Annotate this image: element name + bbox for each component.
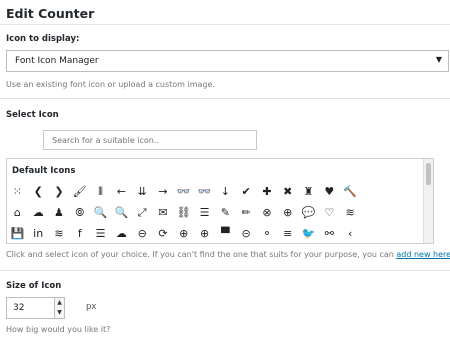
icon-display-label: Icon to display:: [6, 34, 80, 44]
size-unit: px: [86, 302, 97, 312]
icon-option-icon[interactable]: 💾: [7, 223, 28, 243]
icon-display-selected: Font Icon Manager: [15, 56, 99, 66]
icon-option-icon[interactable]: ☁: [28, 202, 49, 223]
icon-option-icon[interactable]: ☰: [194, 202, 215, 223]
icon-option-icon[interactable]: ⊖: [132, 223, 153, 243]
page-title: Edit Counter: [6, 6, 95, 21]
icon-option-icon[interactable]: ☁: [111, 223, 132, 243]
select-icon-help: Click and select icon of your choice. If…: [6, 250, 450, 259]
icon-option-icon[interactable]: →: [153, 181, 174, 202]
icon-option-icon[interactable]: 👓: [194, 181, 215, 202]
icon-option-icon[interactable]: ⛓: [173, 202, 194, 223]
icon-row: ⁙ ❮ ❯ 🖌 ⦀ ← ⇊ → 👓 👓 ↓ ✔ ✚ ✖ ♜ ♥ 🔨: [7, 181, 423, 202]
icon-display-select[interactable]: Font Icon Manager ▼: [6, 50, 449, 72]
icon-option-icon[interactable]: ❮: [28, 181, 49, 202]
icon-option-icon[interactable]: ✔: [236, 181, 257, 202]
icon-option-icon[interactable]: ♥: [319, 181, 340, 202]
icon-option-icon[interactable]: ⤢: [132, 202, 153, 223]
icon-option-icon[interactable]: ❯: [49, 181, 70, 202]
icon-option-icon[interactable]: ✚: [257, 181, 278, 202]
icon-option-icon[interactable]: ‹: [340, 223, 361, 243]
icon-option-icon[interactable]: ♟: [49, 202, 70, 223]
size-label: Size of Icon: [6, 281, 62, 291]
divider: [0, 24, 450, 25]
scrollbar-thumb[interactable]: [426, 163, 431, 185]
icon-option-icon[interactable]: ▀: [215, 223, 236, 243]
icon-option-icon[interactable]: ≡: [277, 223, 298, 243]
icon-option-icon[interactable]: ⊕: [194, 223, 215, 243]
icon-option-icon[interactable]: 🔨: [340, 181, 361, 202]
icon-option-icon[interactable]: ↓: [215, 181, 236, 202]
icon-row: ⌂ ☁ ♟ ⦾ 🔍 🔍 ⤢ ✉ ⛓ ☰ ✎ ✏ ⊗ ⊕ 💬 ♡ ≋: [7, 202, 423, 223]
icon-option-icon[interactable]: ♡: [319, 202, 340, 223]
icon-option-icon[interactable]: ☰: [90, 223, 111, 243]
icon-option-icon[interactable]: ←: [111, 181, 132, 202]
icon-option-icon[interactable]: 💬: [298, 202, 319, 223]
icon-option-icon[interactable]: f: [69, 223, 90, 243]
add-new-icon-link[interactable]: add new here: [396, 250, 450, 259]
icon-grid: ⁙ ❮ ❯ 🖌 ⦀ ← ⇊ → 👓 👓 ↓ ✔ ✚ ✖ ♜ ♥ 🔨 ⌂ ☁ ♟ ⦾ 🔍 🔍 ⤢ ✉ ⛓ ☰ ✎ ✏ ⊗ ⊕ 💬 ♡ ≋ 💾 in ≋ f ☰…: [7, 181, 423, 243]
icon-option-icon[interactable]: 🔍: [111, 202, 132, 223]
icon-option-icon[interactable]: ≋: [340, 202, 361, 223]
icon-option-icon[interactable]: ⚬: [257, 223, 278, 243]
select-icon-help-text: Click and select icon of your choice. If…: [6, 250, 397, 259]
icon-option-icon[interactable]: ⦀: [90, 181, 111, 202]
icon-option-icon[interactable]: ✏: [236, 202, 257, 223]
icon-option-icon[interactable]: ⚯: [319, 223, 340, 243]
size-stepper[interactable]: ▲ ▼: [55, 297, 65, 319]
icon-option-icon[interactable]: ≋: [49, 223, 70, 243]
icon-option-icon[interactable]: ⌂: [7, 202, 28, 223]
icon-option-icon[interactable]: in: [28, 223, 49, 243]
icon-option-icon[interactable]: 🐦: [298, 223, 319, 243]
icon-size-input[interactable]: 32: [6, 297, 55, 319]
icon-option-icon[interactable]: 👓: [173, 181, 194, 202]
icon-option-icon[interactable]: ⊝: [236, 223, 257, 243]
icon-option-icon[interactable]: ⦾: [69, 202, 90, 223]
icon-row: 💾 in ≋ f ☰ ☁ ⊖ ⟳ ⊕ ⊕ ▀ ⊝ ⚬ ≡ 🐦 ⚯ ‹: [7, 223, 423, 243]
icon-display-help: Use an existing font icon or upload a cu…: [6, 80, 215, 89]
icon-option-icon[interactable]: 🖌: [69, 181, 90, 202]
icon-option-icon[interactable]: ✖: [277, 181, 298, 202]
icon-option-icon[interactable]: ✉: [153, 202, 174, 223]
icon-option-icon[interactable]: ⊕: [277, 202, 298, 223]
icon-option-icon[interactable]: ⟳: [153, 223, 174, 243]
divider: [0, 270, 450, 271]
divider: [0, 98, 450, 99]
icon-option-icon[interactable]: ⊗: [257, 202, 278, 223]
size-help: How big would you like it?: [6, 325, 111, 334]
icon-panel-scrollbar[interactable]: [423, 159, 433, 243]
icon-option-icon[interactable]: ✎: [215, 202, 236, 223]
stepper-up-icon[interactable]: ▲: [55, 298, 64, 308]
select-icon-label: Select Icon: [6, 110, 59, 120]
icon-picker-panel: Default Icons ⁙ ❮ ❯ 🖌 ⦀ ← ⇊ → 👓 👓 ↓ ✔ ✚ ✖ ♜ ♥ 🔨 ⌂ ☁ ♟ ⦾ 🔍 🔍 ⤢ ✉ ⛓…: [6, 158, 434, 244]
icon-option-icon[interactable]: ♜: [298, 181, 319, 202]
icon-option-icon[interactable]: ⇊: [132, 181, 153, 202]
icon-option-icon[interactable]: ⁙: [7, 181, 28, 202]
icon-search-input[interactable]: [43, 130, 257, 150]
stepper-down-icon[interactable]: ▼: [55, 308, 64, 318]
default-icons-title: Default Icons: [12, 166, 76, 176]
chevron-down-icon: ▼: [435, 55, 442, 64]
icon-option-icon[interactable]: ⊕: [173, 223, 194, 243]
icon-option-icon[interactable]: 🔍: [90, 202, 111, 223]
